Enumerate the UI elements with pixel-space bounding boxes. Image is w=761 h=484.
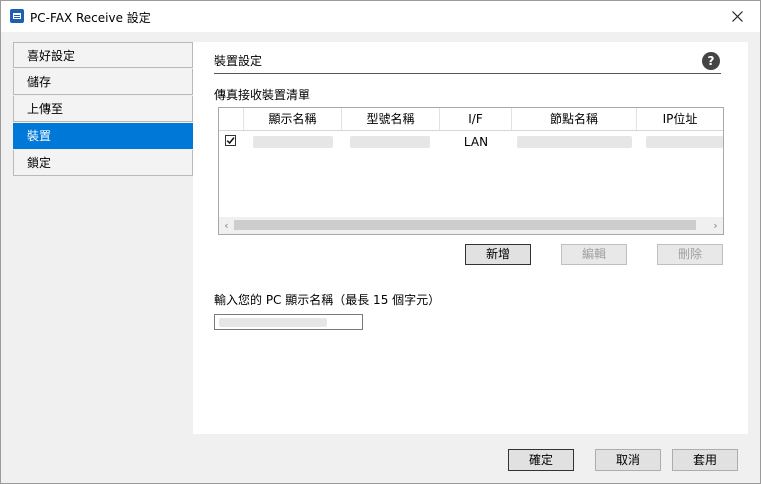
model-name-redacted [350, 136, 430, 148]
column-header-display-name[interactable]: 顯示名稱 [244, 108, 342, 130]
column-header-interface[interactable]: I/F [440, 108, 512, 130]
apply-button[interactable]: 套用 [672, 449, 738, 471]
delete-button[interactable]: 刪除 [657, 244, 723, 265]
fax-app-icon [10, 9, 24, 23]
scrollbar-thumb[interactable] [234, 220, 696, 230]
pc-display-name-input[interactable] [214, 314, 363, 330]
sidebar-item-device[interactable]: 裝置 [13, 123, 193, 149]
device-settings-panel: 裝置設定 ? 傳真接收裝置清單 顯示名稱 型號名稱 I/F 節點名稱 IP位址 … [193, 42, 748, 434]
sidebar-item-preferences[interactable]: 喜好設定 [13, 42, 193, 68]
device-checkbox[interactable] [225, 135, 236, 146]
section-divider [214, 73, 721, 74]
horizontal-scrollbar[interactable]: ‹ › [219, 217, 723, 234]
column-header-model-name[interactable]: 型號名稱 [342, 108, 440, 130]
column-header-ip-address[interactable]: IP位址 [637, 108, 723, 130]
pcfax-receive-settings-window: PC-FAX Receive 設定 喜好設定 儲存 上傳至 裝置 鎖定 裝置設定… [0, 0, 761, 484]
table-row[interactable]: LAN [219, 130, 723, 154]
display-name-redacted [253, 136, 333, 148]
settings-sidebar: 喜好設定 儲存 上傳至 裝置 鎖定 [13, 42, 193, 177]
title-bar[interactable]: PC-FAX Receive 設定 [1, 1, 760, 32]
sidebar-item-upload-to[interactable]: 上傳至 [13, 96, 193, 122]
close-icon [731, 11, 743, 22]
window-title: PC-FAX Receive 設定 [30, 11, 151, 25]
node-name-redacted [517, 136, 632, 148]
checkmark-icon [226, 137, 235, 145]
scroll-right-icon[interactable]: › [708, 217, 723, 234]
sidebar-item-save[interactable]: 儲存 [13, 69, 193, 95]
device-list[interactable]: 顯示名稱 型號名稱 I/F 節點名稱 IP位址 LAN ‹ › [218, 107, 724, 235]
ok-button[interactable]: 確定 [508, 449, 574, 471]
ip-address-redacted [646, 136, 723, 148]
column-header-node-name[interactable]: 節點名稱 [512, 108, 637, 130]
close-button[interactable] [714, 1, 760, 32]
scroll-left-icon[interactable]: ‹ [219, 217, 234, 234]
section-title: 裝置設定 [214, 54, 263, 68]
help-icon[interactable]: ? [702, 52, 720, 70]
edit-button[interactable]: 編輯 [561, 244, 627, 265]
list-header: 顯示名稱 型號名稱 I/F 節點名稱 IP位址 [219, 108, 723, 131]
cancel-button[interactable]: 取消 [595, 449, 661, 471]
interface-cell: LAN [463, 135, 489, 149]
pc-display-name-label: 輸入您的 PC 顯示名稱（最長 15 個字元） [214, 293, 441, 307]
column-header-check [219, 108, 244, 130]
add-button[interactable]: 新增 [465, 244, 531, 265]
pc-display-name-redacted [219, 318, 327, 327]
sidebar-item-lock[interactable]: 鎖定 [13, 150, 193, 176]
device-list-label: 傳真接收裝置清單 [214, 88, 311, 102]
